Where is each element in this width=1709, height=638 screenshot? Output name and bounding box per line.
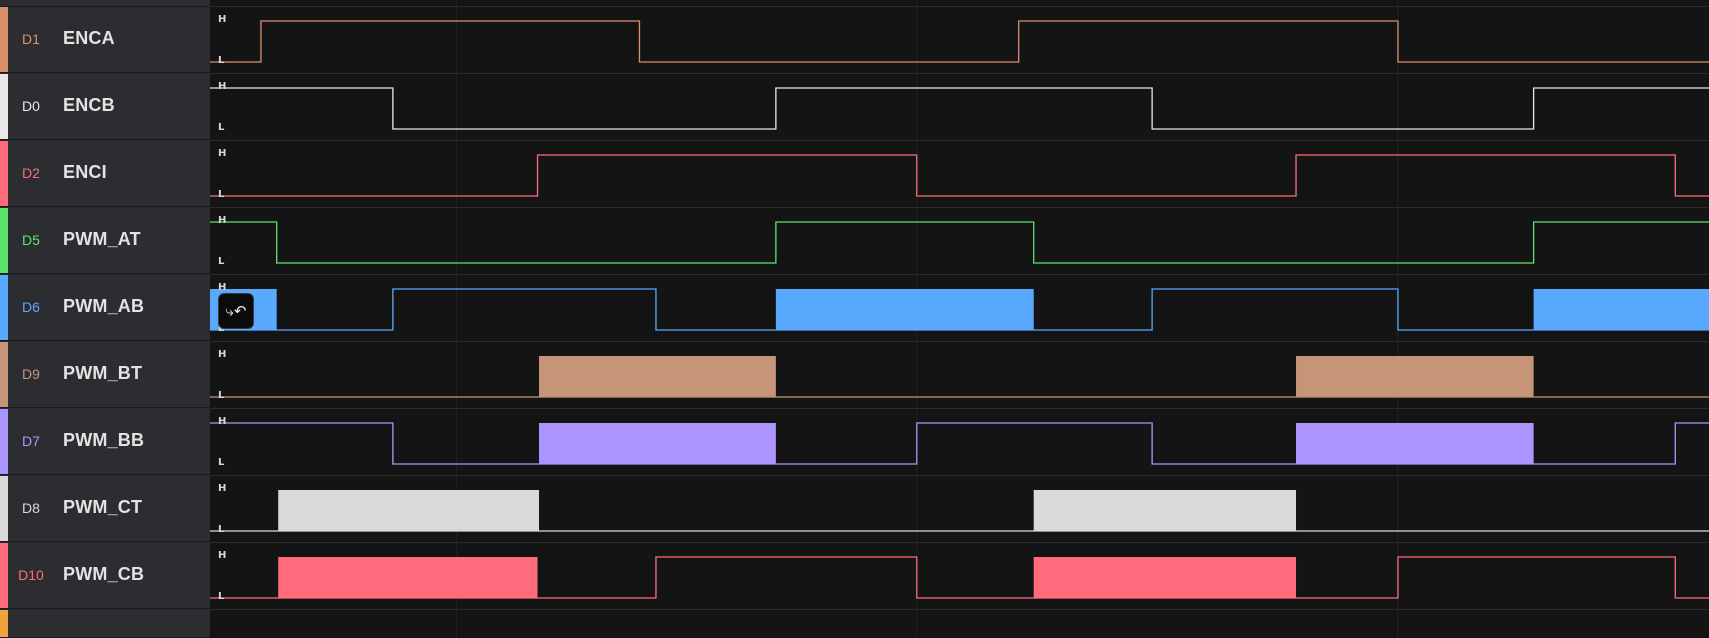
channel-sidebar: D1 ENCA D0 ENCB D2 ENCI D5 PWM_AT D6 PWM_AB D9 PWM_…	[0, 0, 210, 638]
low-level-label: L	[218, 390, 225, 401]
pwm-pulse	[1296, 356, 1534, 397]
channel-row-enci[interactable]: D2 ENCI	[0, 141, 210, 207]
channel-name: ENCI	[63, 162, 107, 182]
channel-tag: D10	[18, 567, 44, 583]
channel-color-strip	[0, 7, 8, 72]
pwm-pulse	[278, 557, 538, 598]
low-level-label: L	[218, 122, 225, 133]
channel-name: ENCB	[63, 95, 115, 115]
channel-color-strip	[0, 208, 8, 273]
channel-color-strip	[0, 342, 8, 407]
channel-row-encb[interactable]: D0 ENCB	[0, 74, 210, 140]
low-level-label: L	[218, 457, 225, 468]
channel-color-strip	[0, 74, 8, 139]
channel-row-partial[interactable]	[0, 610, 210, 638]
channel-name: ENCA	[63, 28, 115, 48]
channel-row-pwm-at[interactable]: D5 PWM_AT	[0, 208, 210, 274]
channel-tag: D2	[22, 165, 40, 181]
channel-tag: D8	[22, 500, 40, 516]
low-level-label: L	[218, 256, 225, 267]
channel-tag: D1	[22, 31, 40, 47]
channel-row-pwm-ab[interactable]: D6 PWM_AB	[0, 275, 210, 341]
pwm-pulse	[1033, 557, 1297, 598]
channel-color-strip	[0, 476, 8, 541]
high-level-label: H	[218, 14, 226, 25]
pwm-pulse	[1296, 423, 1534, 464]
pwm-pulse	[539, 356, 776, 397]
low-level-label: L	[218, 591, 225, 602]
waveform-canvas: HLHLHLHLHLHLHLHLHL	[210, 0, 1709, 638]
pwm-pulse	[1533, 289, 1709, 330]
high-level-label: H	[218, 81, 226, 92]
low-level-label: L	[218, 189, 225, 200]
channel-row-pwm-bb[interactable]: D7 PWM_BB	[0, 409, 210, 475]
channel-row-pwm-bt[interactable]: D9 PWM_BT	[0, 342, 210, 408]
channel-tag: D6	[22, 299, 40, 315]
channel-row-enca[interactable]: D1 ENCA	[0, 7, 210, 73]
channel-tag: D7	[22, 433, 40, 449]
waveform-plot-area[interactable]: HLHLHLHLHLHLHLHLHL	[210, 0, 1709, 638]
channel-name: PWM_BB	[63, 430, 145, 450]
pwm-pulse	[278, 490, 540, 531]
high-level-label: H	[218, 215, 226, 226]
high-level-label: H	[218, 483, 226, 494]
channel-color-strip	[0, 275, 8, 340]
trigger-edge-icon[interactable]: ⤷↶	[218, 293, 254, 329]
logic-analyzer-window: D1 ENCA D0 ENCB D2 ENCI D5 PWM_AT D6 PWM_AB D9 PWM_…	[0, 0, 1709, 638]
channel-name: PWM_CB	[63, 564, 145, 584]
channel-name: PWM_CT	[63, 497, 143, 517]
channel-tag: D9	[22, 366, 40, 382]
high-level-label: H	[218, 282, 226, 293]
high-level-label: H	[218, 148, 226, 159]
channel-tag: D5	[22, 232, 40, 248]
channel-name: PWM_BT	[63, 363, 143, 383]
high-level-label: H	[218, 416, 226, 427]
low-level-label: L	[218, 55, 225, 66]
channel-name: PWM_AT	[63, 229, 141, 249]
channel-color-strip	[0, 543, 8, 608]
channel-row-pwm-ct[interactable]: D8 PWM_CT	[0, 476, 210, 542]
high-level-label: H	[218, 349, 226, 360]
channel-row-top-edge	[0, 0, 210, 7]
channel-color-strip	[0, 409, 8, 474]
channel-row-pwm-cb[interactable]: D10 PWM_CB	[0, 543, 210, 609]
high-level-label: H	[218, 550, 226, 561]
pwm-pulse	[539, 423, 776, 464]
low-level-label: L	[218, 524, 225, 535]
channel-name: PWM_AB	[63, 296, 145, 316]
pwm-pulse	[1033, 490, 1297, 531]
channel-color-strip	[0, 141, 8, 206]
channel-color-strip	[0, 610, 8, 637]
pwm-pulse	[775, 289, 1034, 330]
channel-tag: D0	[22, 98, 40, 114]
